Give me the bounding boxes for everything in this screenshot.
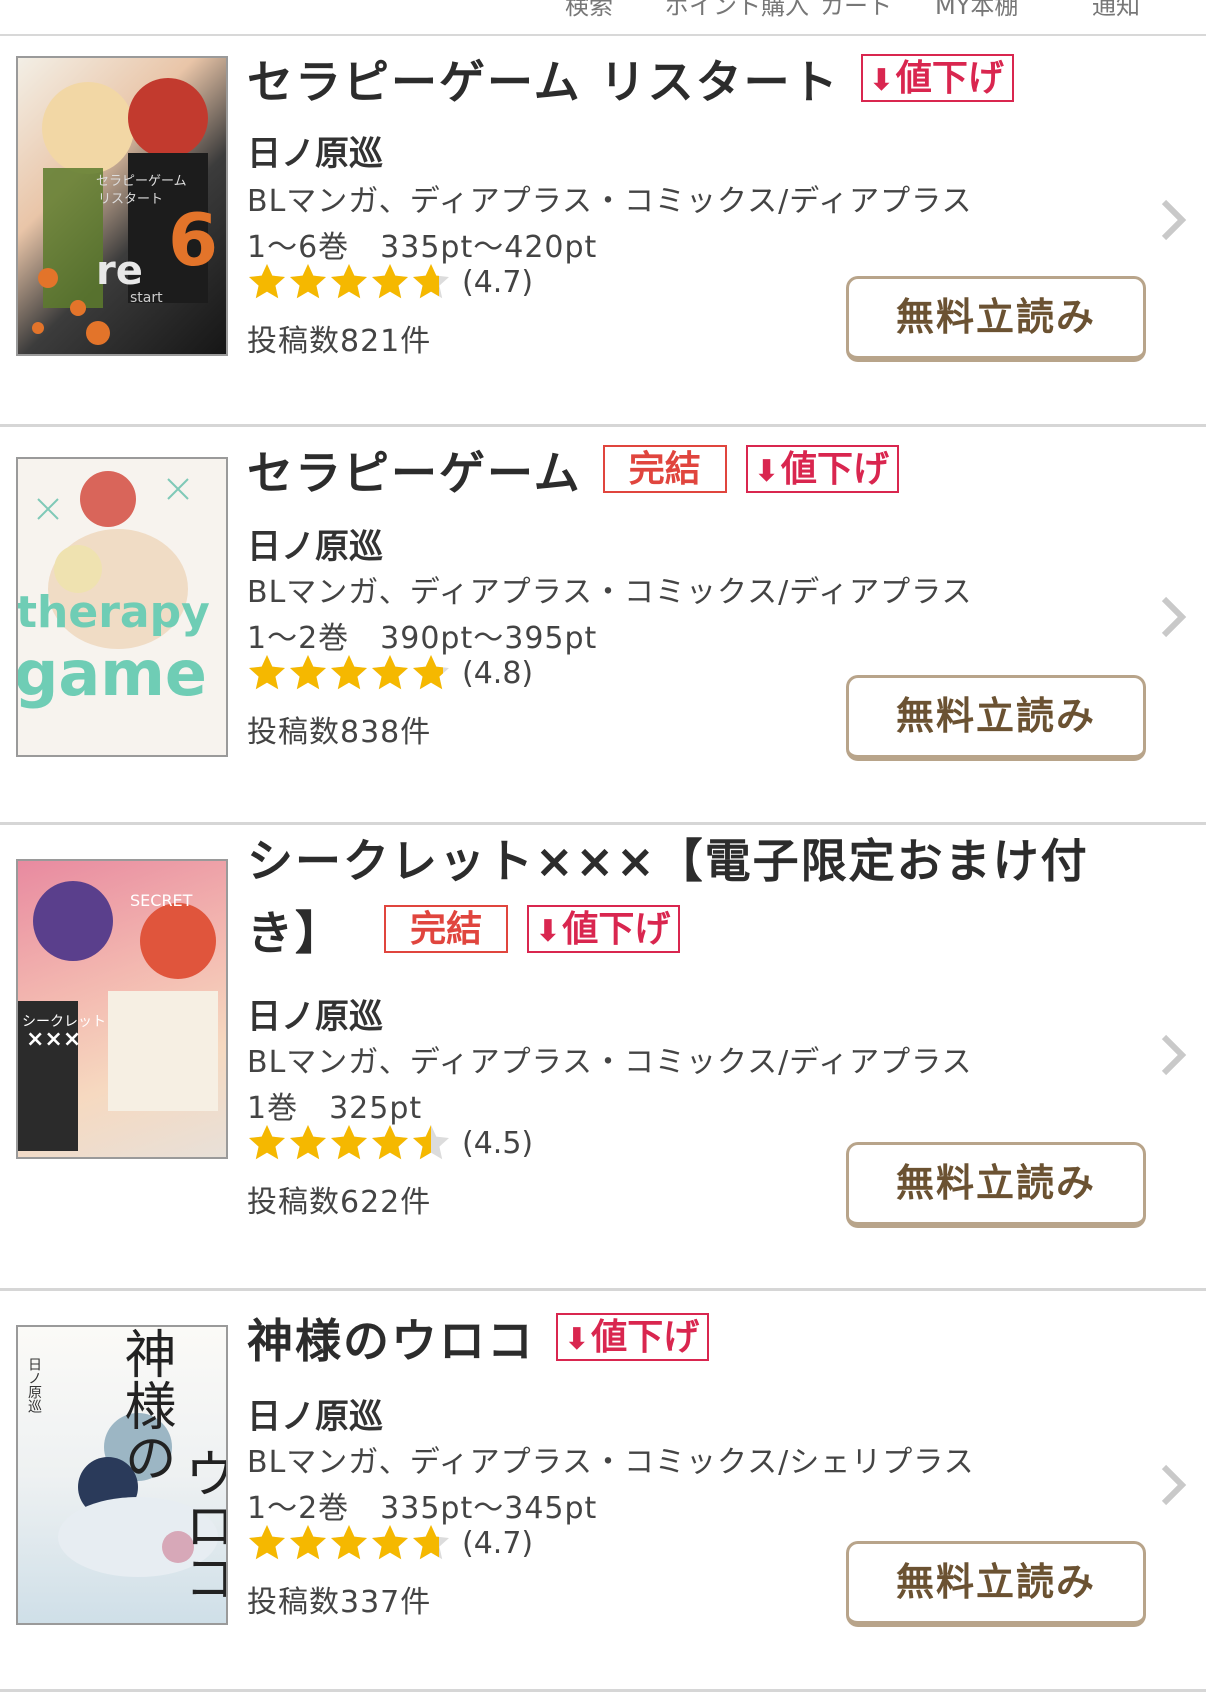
star-icon bbox=[290, 655, 326, 690]
cover-art bbox=[18, 881, 218, 1151]
rating-value: (4.8) bbox=[462, 655, 534, 691]
volumes-price: 1巻 325pt bbox=[247, 1091, 423, 1126]
star-icon bbox=[290, 1525, 326, 1560]
nav-search[interactable]: 検索 bbox=[565, 0, 613, 21]
star-rating: (4.7) bbox=[247, 262, 533, 302]
price-down-badge: ⬇値下げ bbox=[860, 54, 1014, 102]
down-arrow-icon: ⬇ bbox=[535, 914, 561, 949]
author-name[interactable]: 日ノ原巡 bbox=[247, 519, 383, 568]
item-title[interactable]: 神様のウロコ bbox=[247, 1314, 535, 1368]
nav-point-purchase[interactable]: ポイント購入 bbox=[665, 0, 809, 21]
volumes-price: 1〜2巻 335pt〜345pt bbox=[247, 1491, 598, 1526]
down-arrow-icon: ⬇ bbox=[564, 1322, 590, 1357]
list-item[interactable]: SECRET シークレット ××× シークレット×××【電子限定おまけ付き】 完… bbox=[0, 825, 1206, 1291]
free-preview-button[interactable]: 無料立読み bbox=[846, 1541, 1146, 1627]
cover-text: リスタート bbox=[98, 192, 164, 207]
cover-text: therapy bbox=[16, 587, 210, 638]
review-count[interactable]: 投稿数337件 bbox=[247, 1577, 431, 1621]
review-count[interactable]: 投稿数838件 bbox=[247, 707, 431, 751]
star-icon bbox=[290, 1125, 326, 1160]
title-row: セラピーゲーム 完結 ⬇値下げ bbox=[247, 437, 1107, 509]
star-icon bbox=[413, 1525, 449, 1560]
star-icon bbox=[249, 655, 285, 690]
cover-text: 日ノ原巡 bbox=[26, 1357, 42, 1413]
list-item[interactable]: 神様の ウロコ 日ノ原巡 神様のウロコ ⬇値下げ 日ノ原巡 BLマンガ、ディアプ… bbox=[0, 1291, 1206, 1692]
down-arrow-icon: ⬇ bbox=[868, 63, 894, 98]
chevron-right-icon[interactable] bbox=[1158, 595, 1188, 639]
star-rating: (4.7) bbox=[247, 1523, 533, 1563]
genre-label: BLマンガ、ディアプラス・コミックス/ディアプラス bbox=[247, 575, 973, 610]
free-preview-button[interactable]: 無料立読み bbox=[846, 675, 1146, 761]
cover-image[interactable]: SECRET シークレット ××× bbox=[16, 859, 228, 1159]
star-icon bbox=[372, 1525, 408, 1560]
complete-badge: 完結 bbox=[602, 445, 727, 493]
cover-text: SECRET bbox=[130, 891, 193, 910]
item-title[interactable]: セラピーゲーム リスタート bbox=[247, 55, 840, 109]
author-name[interactable]: 日ノ原巡 bbox=[247, 989, 383, 1038]
genre-label: BLマンガ、ディアプラス・コミックス/シェリプラス bbox=[247, 1445, 975, 1480]
star-icon bbox=[413, 264, 449, 299]
cover-image[interactable]: セラピーゲーム リスタート re start 6 bbox=[16, 56, 228, 356]
cover-text: 6 bbox=[168, 198, 219, 282]
genre-label: BLマンガ、ディアプラス・コミックス/ディアプラス bbox=[247, 1045, 973, 1080]
star-icon bbox=[331, 264, 367, 299]
nav-notifications[interactable]: 通知 bbox=[1092, 0, 1140, 21]
cover-text: start bbox=[130, 290, 163, 306]
genre-label: BLマンガ、ディアプラス・コミックス/ディアプラス bbox=[247, 184, 973, 219]
review-count[interactable]: 投稿数821件 bbox=[247, 316, 431, 360]
star-icon bbox=[249, 264, 285, 299]
item-title[interactable]: セラピーゲーム bbox=[247, 446, 582, 500]
author-name[interactable]: 日ノ原巡 bbox=[247, 1389, 383, 1438]
cover-text: ウロコ bbox=[175, 1447, 228, 1603]
star-icon bbox=[413, 1125, 449, 1160]
cover-text: game bbox=[16, 637, 207, 710]
title-row: セラピーゲーム リスタート ⬇値下げ bbox=[247, 46, 1107, 118]
star-icon bbox=[372, 264, 408, 299]
title-row: 神様のウロコ ⬇値下げ bbox=[247, 1305, 1107, 1377]
cover-text: re bbox=[96, 248, 143, 294]
cover-text: セラピーゲーム bbox=[96, 174, 187, 189]
free-preview-button[interactable]: 無料立読み bbox=[846, 1142, 1146, 1228]
star-icon bbox=[413, 655, 449, 690]
volumes-price: 1〜2巻 390pt〜395pt bbox=[247, 621, 598, 656]
author-name[interactable]: 日ノ原巡 bbox=[247, 126, 383, 175]
star-rating: (4.8) bbox=[247, 653, 533, 693]
cover-image[interactable]: 神様の ウロコ 日ノ原巡 bbox=[16, 1325, 228, 1625]
rating-value: (4.5) bbox=[462, 1125, 534, 1161]
chevron-right-icon[interactable] bbox=[1158, 198, 1188, 242]
complete-badge: 完結 bbox=[384, 905, 509, 953]
top-nav: 検索 ポイント購入 カート MY本棚 通知 bbox=[0, 0, 1206, 36]
star-icon bbox=[331, 655, 367, 690]
free-preview-button[interactable]: 無料立読み bbox=[846, 276, 1146, 362]
nav-cart[interactable]: カート bbox=[820, 0, 892, 21]
cover-text: ××× bbox=[26, 1027, 82, 1052]
price-down-badge: ⬇値下げ bbox=[556, 1313, 710, 1361]
list-item[interactable]: セラピーゲーム リスタート re start 6 セラピーゲーム リスタート ⬇… bbox=[0, 36, 1206, 427]
chevron-right-icon[interactable] bbox=[1158, 1463, 1188, 1507]
star-icon bbox=[331, 1525, 367, 1560]
cover-image[interactable]: therapy game bbox=[16, 457, 228, 757]
nav-my-bookshelf[interactable]: MY本棚 bbox=[935, 0, 1018, 21]
star-icon bbox=[331, 1125, 367, 1160]
volumes-price: 1〜6巻 335pt〜420pt bbox=[247, 230, 598, 265]
star-icon bbox=[249, 1525, 285, 1560]
price-down-badge: ⬇値下げ bbox=[745, 445, 899, 493]
down-arrow-icon: ⬇ bbox=[753, 454, 779, 489]
title-row: シークレット×××【電子限定おまけ付き】 完結 ⬇値下げ bbox=[247, 825, 1107, 969]
list-item[interactable]: therapy game セラピーゲーム 完結 ⬇値下げ 日ノ原巡 BLマンガ、… bbox=[0, 427, 1206, 825]
star-rating: (4.5) bbox=[247, 1123, 533, 1163]
star-icon bbox=[372, 655, 408, 690]
star-icon bbox=[372, 1125, 408, 1160]
star-icon bbox=[290, 264, 326, 299]
chevron-right-icon[interactable] bbox=[1158, 1033, 1188, 1077]
rating-value: (4.7) bbox=[462, 264, 534, 300]
price-down-badge: ⬇値下げ bbox=[527, 905, 681, 953]
rating-value: (4.7) bbox=[462, 1525, 534, 1561]
review-count[interactable]: 投稿数622件 bbox=[247, 1177, 431, 1221]
star-icon bbox=[249, 1125, 285, 1160]
